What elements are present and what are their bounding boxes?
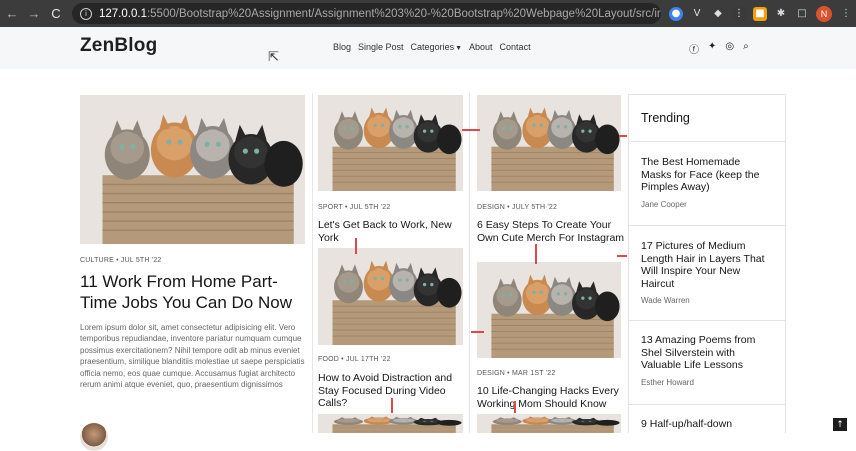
forward-arrow-icon[interactable]: → xyxy=(24,4,44,24)
url-host: 127.0.0.1 xyxy=(99,7,147,20)
instagram-icon[interactable]: ◎ xyxy=(725,41,734,56)
extension-v-icon[interactable]: V xyxy=(690,7,704,21)
trending-panel: Trending The Best Homemade Masks for Fac… xyxy=(628,94,786,433)
back-arrow-icon[interactable]: ← xyxy=(2,4,22,24)
browser-toolbar: ← → C i 127.0.0.1:5500/Bootstrap%20Assig… xyxy=(0,0,856,27)
annotation-mark xyxy=(355,238,357,254)
post-title[interactable]: 6 Easy Steps To Create Your Own Cute Mer… xyxy=(477,219,625,244)
annotation-mark xyxy=(617,255,627,257)
lead-post-image[interactable] xyxy=(80,95,305,244)
column-divider xyxy=(469,93,470,433)
post-image[interactable] xyxy=(477,95,621,191)
site-logo[interactable]: ZenBlog xyxy=(80,35,157,57)
post-meta: SPORT • JUL 5TH '22 xyxy=(318,204,391,211)
trending-title[interactable]: The Best Homemade Masks for Face (keep t… xyxy=(641,156,773,194)
post-image[interactable] xyxy=(318,414,463,433)
reload-icon[interactable]: C xyxy=(46,4,66,24)
trending-author: Wade Warren xyxy=(641,296,690,306)
site-info-icon[interactable]: i xyxy=(80,7,92,20)
annotation-mark xyxy=(535,244,537,264)
trending-title[interactable]: 17 Pictures of Medium Length Hair in Lay… xyxy=(641,240,773,290)
trending-heading: Trending xyxy=(629,95,785,142)
nav-blog[interactable]: Blog xyxy=(333,42,351,52)
social-links: ⓕ ✦ ◎ ⌕ xyxy=(689,41,749,56)
extension-orange-icon[interactable]: ■ xyxy=(753,6,767,21)
post-meta: FOOD • JUL 17TH '22 xyxy=(318,356,391,363)
search-icon[interactable]: ⌕ xyxy=(743,41,749,56)
post-meta: DESIGN • MAR 1ST '22 xyxy=(477,370,556,377)
twitter-icon[interactable]: ✦ xyxy=(708,41,716,56)
nav-categories-label: Categories xyxy=(410,42,455,52)
post-title[interactable]: Let's Get Back to Work, New York xyxy=(318,219,466,244)
lead-post-meta: CULTURE • JUL 5TH '22 xyxy=(80,257,162,264)
extension-bird-icon[interactable]: ◆ xyxy=(711,7,725,21)
side-panel-icon[interactable]: □ xyxy=(795,7,809,21)
annotation-mark xyxy=(462,129,480,131)
mouse-pointer-icon: ⇱ xyxy=(268,50,279,65)
trending-author: Jane Cooper xyxy=(641,199,687,209)
address-bar[interactable]: i 127.0.0.1:5500/Bootstrap%20Assignment/… xyxy=(72,3,661,24)
main-nav: Blog Single Post Categories▼ About Conta… xyxy=(333,42,531,52)
extension-circle-icon[interactable]: ● xyxy=(669,6,683,21)
extensions-puzzle-icon[interactable]: ✱ xyxy=(774,7,788,21)
annotation-mark xyxy=(514,401,516,413)
extensions-area: ● V ◆ ⋮ ■ ✱ □ N ⋮ xyxy=(669,5,853,22)
trending-item[interactable]: The Best Homemade Masks for Face (keep t… xyxy=(629,142,785,226)
annotation-mark xyxy=(391,398,393,413)
annotation-mark xyxy=(619,135,627,137)
post-image[interactable] xyxy=(477,414,621,433)
profile-avatar[interactable]: N xyxy=(816,5,832,22)
facebook-icon[interactable]: ⓕ xyxy=(689,41,699,56)
post-title[interactable]: 10 Life-Changing Hacks Every Working Mom… xyxy=(477,385,625,410)
nav-single-post[interactable]: Single Post xyxy=(358,42,404,52)
url-path: :5500/Bootstrap%20Assignment/Assignment%… xyxy=(146,7,661,20)
annotation-mark xyxy=(471,331,484,333)
column-divider xyxy=(312,93,313,433)
site-header: ZenBlog Blog Single Post Categories▼ Abo… xyxy=(0,27,856,69)
nav-about[interactable]: About xyxy=(469,42,493,52)
trending-item[interactable]: 17 Pictures of Medium Length Hair in Lay… xyxy=(629,226,785,321)
lead-post-excerpt: Lorem ipsum dolor sit, amet consectetur … xyxy=(80,323,305,390)
post-meta: DESIGN • JULY 5TH '22 xyxy=(477,204,558,211)
trending-item[interactable]: 9 Half-up/half-down xyxy=(629,405,785,431)
trending-title[interactable]: 13 Amazing Poems from Shel Silverstein w… xyxy=(641,334,773,372)
post-image[interactable] xyxy=(318,248,463,345)
browser-menu-icon[interactable]: ⋮ xyxy=(839,7,853,21)
trending-title[interactable]: 9 Half-up/half-down xyxy=(641,418,773,431)
post-image[interactable] xyxy=(477,262,621,358)
nav-contact[interactable]: Contact xyxy=(500,42,531,52)
author-avatar xyxy=(80,423,108,451)
post-image[interactable] xyxy=(318,95,463,191)
back-to-top-button[interactable]: ↑ xyxy=(833,418,847,431)
extension-dots-icon[interactable]: ⋮ xyxy=(732,6,746,21)
lead-post-title[interactable]: 11 Work From Home Part-Time Jobs You Can… xyxy=(80,271,305,313)
trending-item[interactable]: 13 Amazing Poems from Shel Silverstein w… xyxy=(629,321,785,405)
trending-author: Esther Howard xyxy=(641,377,694,387)
nav-categories[interactable]: Categories▼ xyxy=(411,42,462,52)
caret-down-icon: ▼ xyxy=(455,45,463,52)
